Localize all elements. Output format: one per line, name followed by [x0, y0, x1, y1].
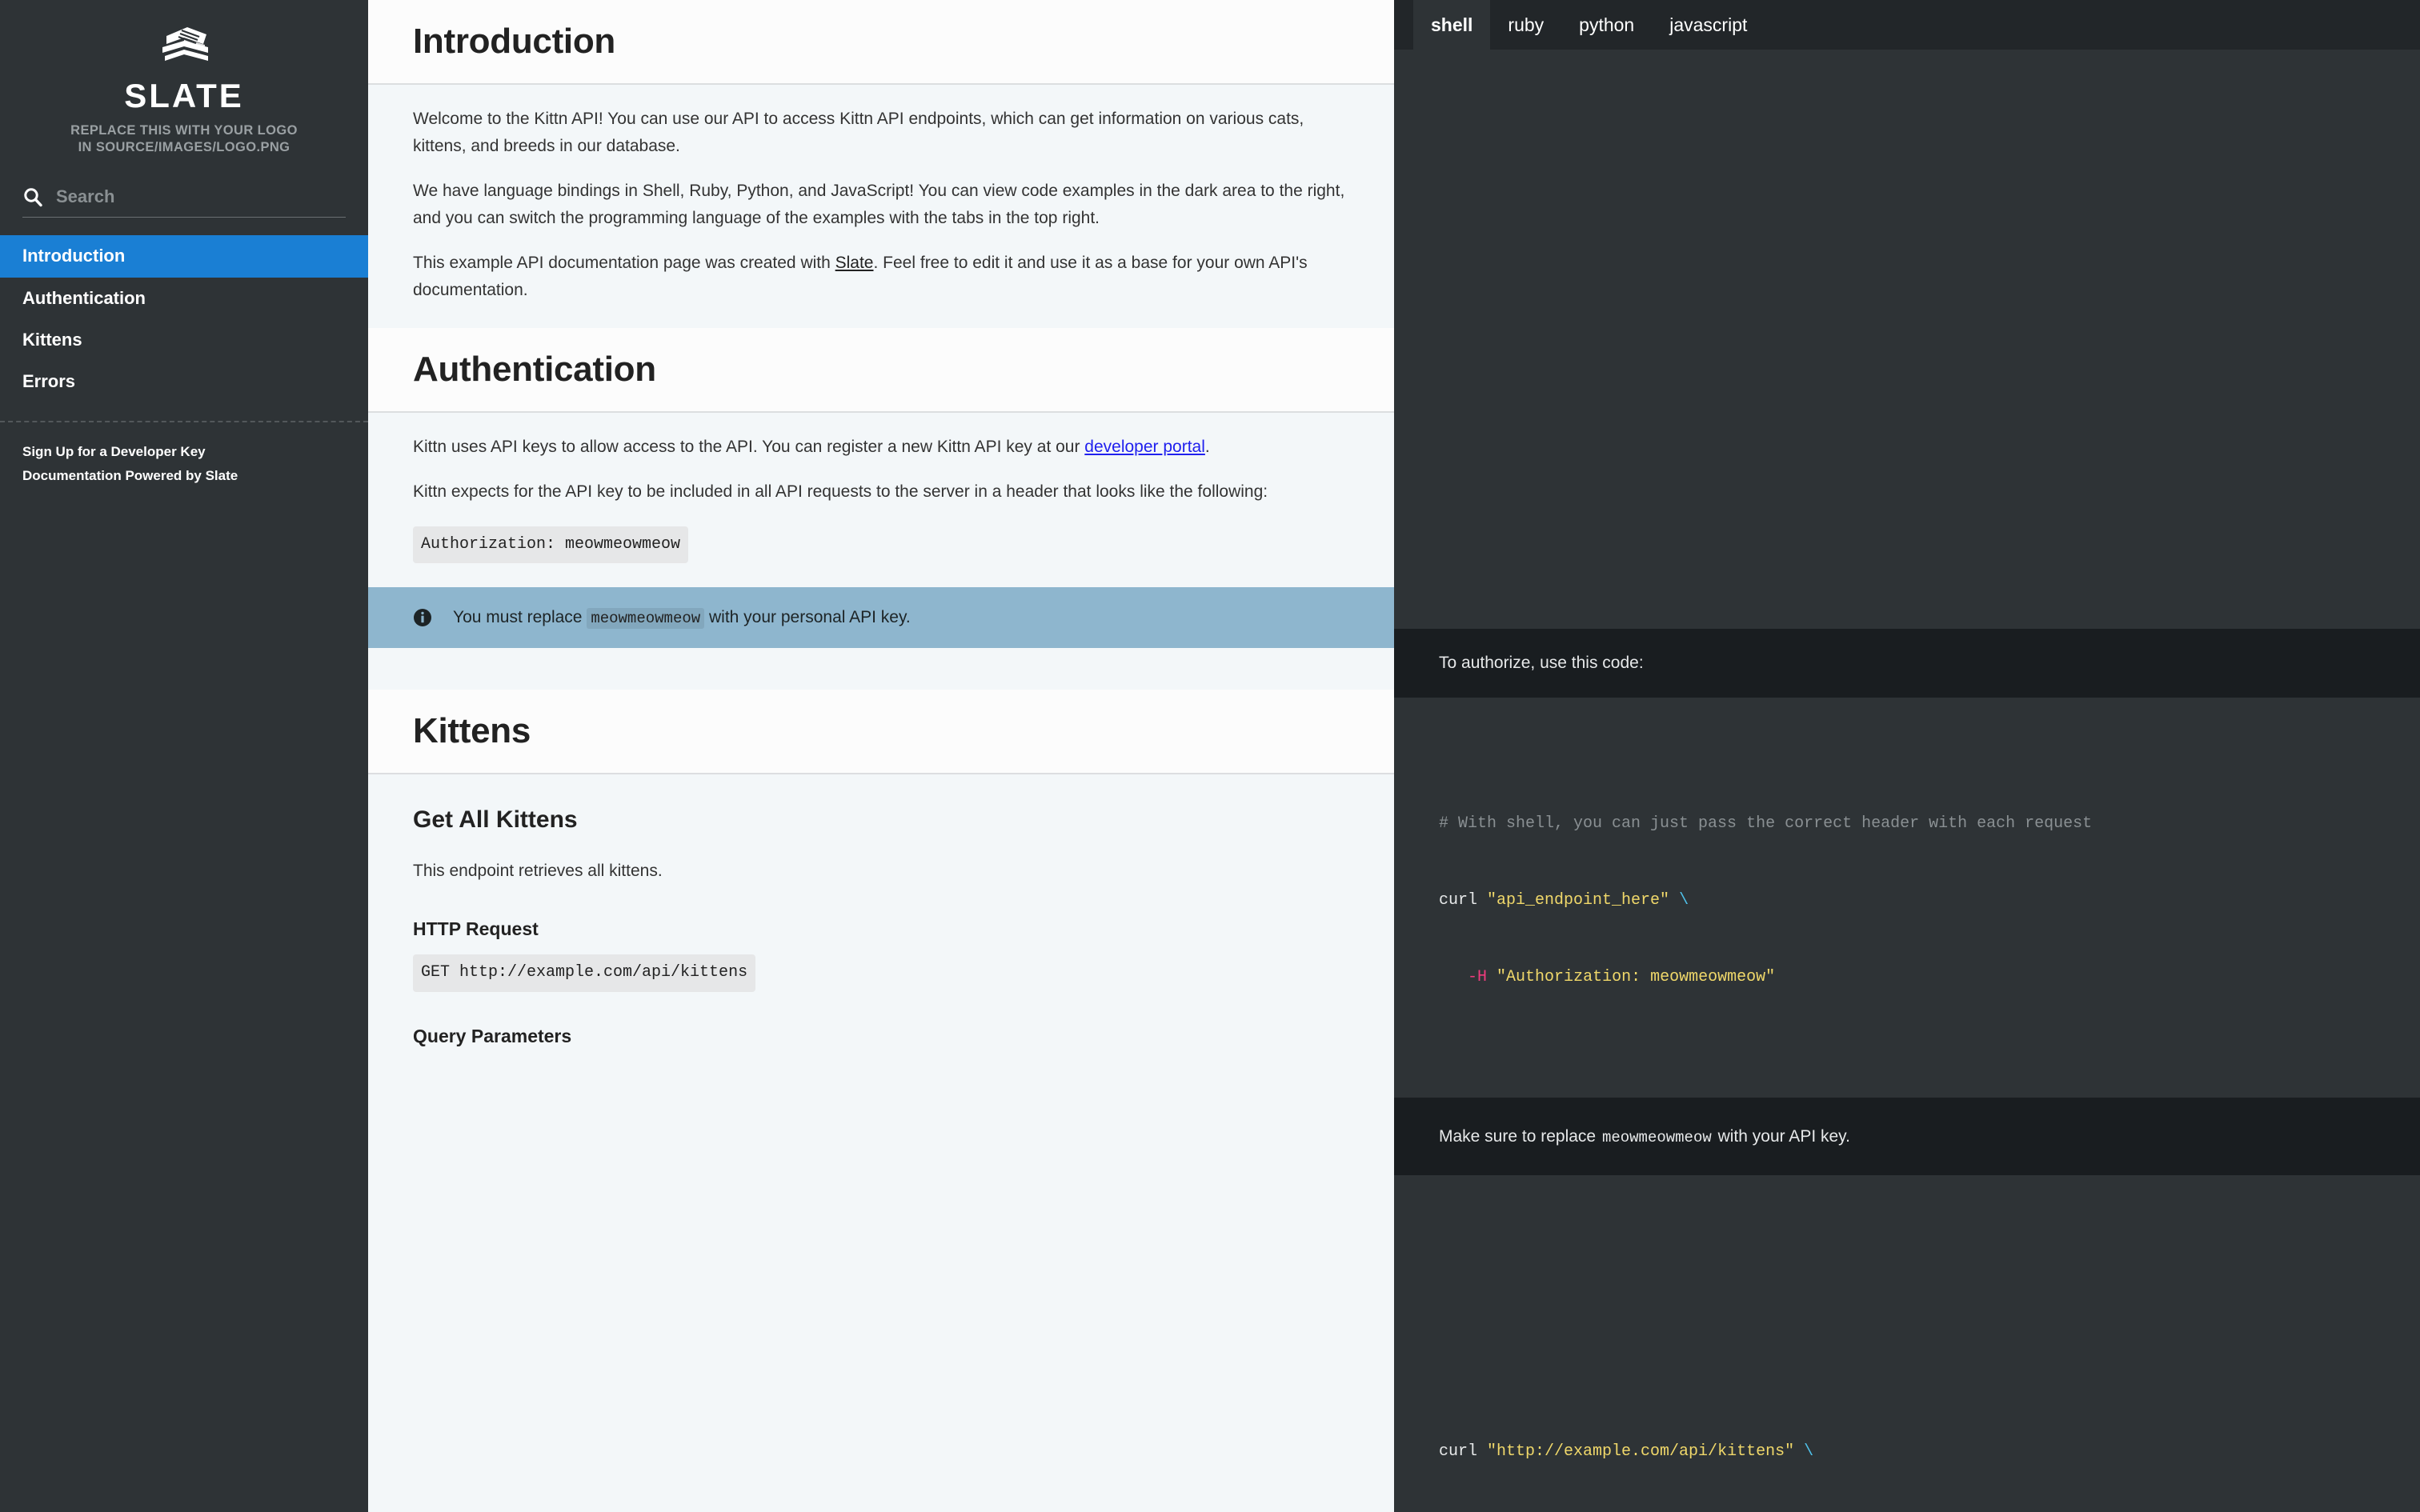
http-request-code-wrap: GET http://example.com/api/kittens	[413, 951, 1349, 992]
tab-ruby[interactable]: ruby	[1490, 0, 1561, 50]
auth-p1-before: Kittn uses API keys to allow access to t…	[413, 437, 1085, 456]
code-annotation-authorize: To authorize, use this code:	[1394, 629, 2420, 698]
status-badge: You must replace meowmeowmeow with your …	[368, 587, 1394, 649]
tab-javascript[interactable]: javascript	[1652, 0, 1765, 50]
query-parameters-label: Query Parameters	[413, 1025, 572, 1046]
sidebar-nav: Introduction Authentication Kittens Erro…	[0, 235, 368, 403]
logo-subtitle-line2: IN SOURCE/IMAGES/LOGO.PNG	[78, 140, 290, 155]
kittens-title: Kittens	[413, 711, 531, 751]
http-request-code: GET http://example.com/api/kittens	[413, 954, 756, 992]
developer-portal-link[interactable]: developer portal	[1084, 438, 1205, 456]
introduction-header: Introduction	[368, 0, 1394, 85]
copy-icon[interactable]	[2361, 1358, 2388, 1385]
code-string-url: "http://example.com/api/kittens"	[1487, 1442, 1795, 1462]
logo-title: SLATE	[124, 77, 244, 114]
section-spacer	[368, 648, 1394, 690]
page-root: SLATE REPLACE THIS WITH YOUR LOGO IN SOU…	[0, 0, 2420, 1512]
http-request-label: HTTP Request	[413, 918, 539, 940]
authentication-title: Authentication	[413, 350, 656, 389]
auth-paragraph-1: Kittn uses API keys to allow access to t…	[413, 434, 1349, 461]
intro-p3-before: This example API documentation page was …	[413, 253, 835, 272]
authentication-header: Authentication	[368, 328, 1394, 413]
info-circle-icon	[413, 608, 432, 627]
auth-code-wrap: Authorization: meowmeowmeow	[413, 523, 1349, 564]
sidebar-item-kittens[interactable]: Kittens	[0, 319, 368, 361]
code-flag-h: -H	[1468, 967, 1488, 986]
notice-after: with your personal API key.	[704, 608, 911, 627]
code-panel-gap-top	[1394, 50, 2420, 629]
logo-subtitle-line1: REPLACE THIS WITH YOUR LOGO	[70, 123, 298, 138]
logo-subtitle: REPLACE THIS WITH YOUR LOGO IN SOURCE/IM…	[0, 122, 368, 156]
signup-developer-key-link[interactable]: Sign Up for a Developer Key	[22, 440, 346, 464]
introduction-body: Welcome to the Kittn API! You can use ou…	[368, 85, 1394, 328]
get-all-kittens-subheading: Get All Kittens	[413, 806, 578, 834]
copy-icon[interactable]	[2361, 722, 2388, 749]
section-authentication: Authentication Kittn uses API keys to al…	[368, 328, 1394, 690]
language-tabs: shell ruby python javascript	[1394, 0, 2420, 50]
intro-paragraph-2: We have language bindings in Shell, Ruby…	[413, 181, 1345, 227]
intro-paragraph-1: Welcome to the Kittn API! You can use ou…	[413, 109, 1304, 155]
search-icon	[22, 186, 43, 207]
annot-replace-code: meowmeowmeow	[1601, 1128, 1712, 1146]
code-line-curl-kittens: curl "http://example.com/api/kittens" \	[1439, 1439, 2375, 1465]
auth-p1-after: .	[1204, 437, 1210, 456]
logo-block: SLATE REPLACE THIS WITH YOUR LOGO IN SOU…	[0, 0, 368, 156]
page-title: Introduction	[413, 22, 616, 61]
sidebar-item-errors[interactable]: Errors	[0, 361, 368, 402]
content-column: Introduction Welcome to the Kittn API! Y…	[368, 0, 1394, 1512]
code-cmd-2: curl	[1439, 1442, 1488, 1462]
intro-paragraph-3: This example API documentation page was …	[413, 250, 1349, 304]
code-panel-gap-middle	[1394, 1175, 2420, 1334]
code-block-authorize: # With shell, you can just pass the corr…	[1394, 697, 2420, 1098]
code-block-get-kittens: curl "http://example.com/api/kittens" \ …	[1394, 1334, 2420, 1512]
section-kittens: Kittens Get All Kittens This endpoint re…	[368, 690, 1394, 1082]
slate-link[interactable]: Slate	[835, 254, 874, 272]
code-line-curl: curl "api_endpoint_here" \	[1439, 888, 2375, 914]
code-panel: shell ruby python javascript To authoriz…	[1394, 0, 2420, 1512]
notice-text: You must replace meowmeowmeow with your …	[453, 608, 911, 630]
kittens-body: Get All Kittens This endpoint retrieves …	[368, 774, 1394, 1082]
notice-code: meowmeowmeow	[587, 608, 705, 630]
code-string-endpoint: "api_endpoint_here"	[1487, 890, 1670, 910]
code-continuation: \	[1669, 890, 1689, 910]
code-line-comment: # With shell, you can just pass the corr…	[1439, 814, 2093, 833]
code-cmd: curl	[1439, 890, 1488, 910]
code-string-auth: "Authorization: meowmeowmeow"	[1496, 967, 1776, 986]
sidebar-footer: Sign Up for a Developer Key Documentatio…	[0, 422, 368, 488]
tab-shell[interactable]: shell	[1413, 0, 1491, 50]
code-continuation-2: \	[1794, 1442, 1814, 1462]
search-box[interactable]	[22, 186, 346, 218]
notice-before: You must replace	[453, 608, 587, 627]
sidebar: SLATE REPLACE THIS WITH YOUR LOGO IN SOU…	[0, 0, 368, 1512]
code-line-header: -H "Authorization: meowmeowmeow"	[1439, 965, 2375, 990]
annot-replace-before: Make sure to replace	[1439, 1126, 1601, 1146]
code-annotation-replace: Make sure to replace meowmeowmeow with y…	[1394, 1097, 2420, 1176]
kittens-description: This endpoint retrieves all kittens.	[413, 862, 663, 881]
tab-python[interactable]: python	[1561, 0, 1652, 50]
powered-by-slate-link[interactable]: Documentation Powered by Slate	[22, 464, 346, 488]
annot-replace-after: with your API key.	[1713, 1126, 1850, 1146]
search-input[interactable]	[56, 186, 346, 208]
sidebar-item-authentication[interactable]: Authentication	[0, 278, 368, 319]
sidebar-item-introduction[interactable]: Introduction	[0, 235, 368, 278]
auth-paragraph-2: Kittn expects for the API key to be incl…	[413, 482, 1268, 501]
authentication-body: Kittn uses API keys to allow access to t…	[368, 413, 1394, 587]
books-stack-icon	[0, 21, 368, 68]
kittens-header: Kittens	[368, 690, 1394, 775]
authorization-header-code: Authorization: meowmeowmeow	[413, 526, 689, 564]
section-introduction: Introduction Welcome to the Kittn API! Y…	[368, 0, 1394, 328]
